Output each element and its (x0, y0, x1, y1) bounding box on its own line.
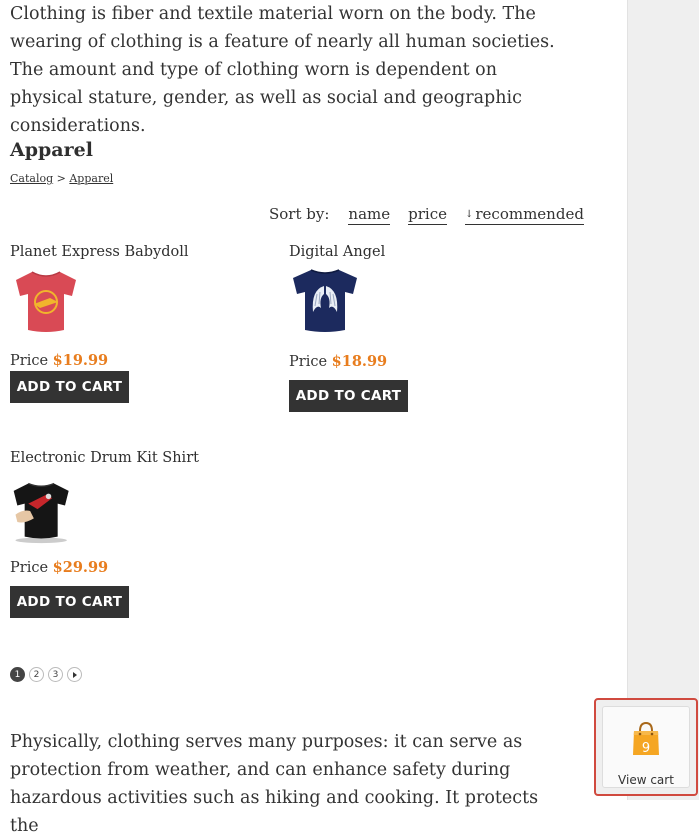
sort-bar: Sort by: name price ↓ recommended (269, 205, 584, 225)
product-name[interactable]: Electronic Drum Kit Shirt (10, 450, 270, 466)
sort-by-recommended-link[interactable]: ↓ recommended (464, 205, 584, 225)
add-to-cart-button[interactable]: ADD TO CART (10, 586, 129, 618)
product-price: Price $18.99 (289, 353, 387, 370)
product-card: Electronic Drum Kit Shirt Price $29.99 A… (10, 450, 270, 618)
product-card: Digital Angel Price $18.99 ADD TO CART (289, 244, 549, 412)
view-cart-widget[interactable]: 9 View cart (594, 698, 698, 796)
right-sidebar (627, 0, 699, 800)
price-amount: $19.99 (52, 352, 109, 369)
price-label: Price (10, 353, 49, 369)
sort-label: Sort by: (269, 205, 330, 223)
sort-recommended-label: recommended (475, 205, 584, 223)
breadcrumb-separator: > (56, 172, 66, 185)
product-card: Planet Express Babydoll Price $19.99 ADD… (10, 244, 270, 403)
drum-kit-shirt-image[interactable] (10, 472, 76, 550)
product-price: Price $29.99 (10, 559, 108, 576)
add-to-cart-button[interactable]: ADD TO CART (10, 371, 129, 403)
view-cart-button[interactable]: 9 View cart (602, 706, 690, 788)
page-3-button[interactable]: 3 (48, 667, 63, 682)
page-2-button[interactable]: 2 (29, 667, 44, 682)
cart-count-badge: 9 (641, 741, 651, 756)
page-1-button[interactable]: 1 (10, 667, 25, 682)
planet-express-shirt-image[interactable] (10, 264, 82, 336)
price-amount: $29.99 (52, 559, 109, 576)
product-name[interactable]: Planet Express Babydoll (10, 244, 270, 260)
next-arrow-icon[interactable] (67, 667, 82, 682)
product-price: Price $19.99 (10, 352, 108, 369)
breadcrumb-apparel-link[interactable]: Apparel (69, 172, 113, 185)
product-name[interactable]: Digital Angel (289, 244, 549, 260)
next-triangle-icon (72, 671, 77, 678)
pagination: 1 2 3 (10, 667, 82, 682)
price-amount: $18.99 (331, 353, 388, 370)
price-label: Price (10, 560, 49, 576)
page-title: Apparel (10, 139, 93, 161)
price-label: Price (289, 354, 328, 370)
digital-angel-shirt-image[interactable] (289, 264, 361, 336)
sort-by-price-link[interactable]: price (408, 205, 447, 225)
breadcrumb-catalog-link[interactable]: Catalog (10, 172, 53, 185)
category-description: Clothing is fiber and textile material w… (10, 4, 555, 136)
category-footer-description: Physically, clothing serves many purpose… (10, 732, 539, 836)
view-cart-label: View cart (618, 773, 674, 787)
sort-by-name-link[interactable]: name (348, 205, 391, 225)
breadcrumb: Catalog > Apparel (10, 172, 113, 185)
sort-down-arrow-icon: ↓ (464, 209, 474, 220)
add-to-cart-button[interactable]: ADD TO CART (289, 380, 408, 412)
